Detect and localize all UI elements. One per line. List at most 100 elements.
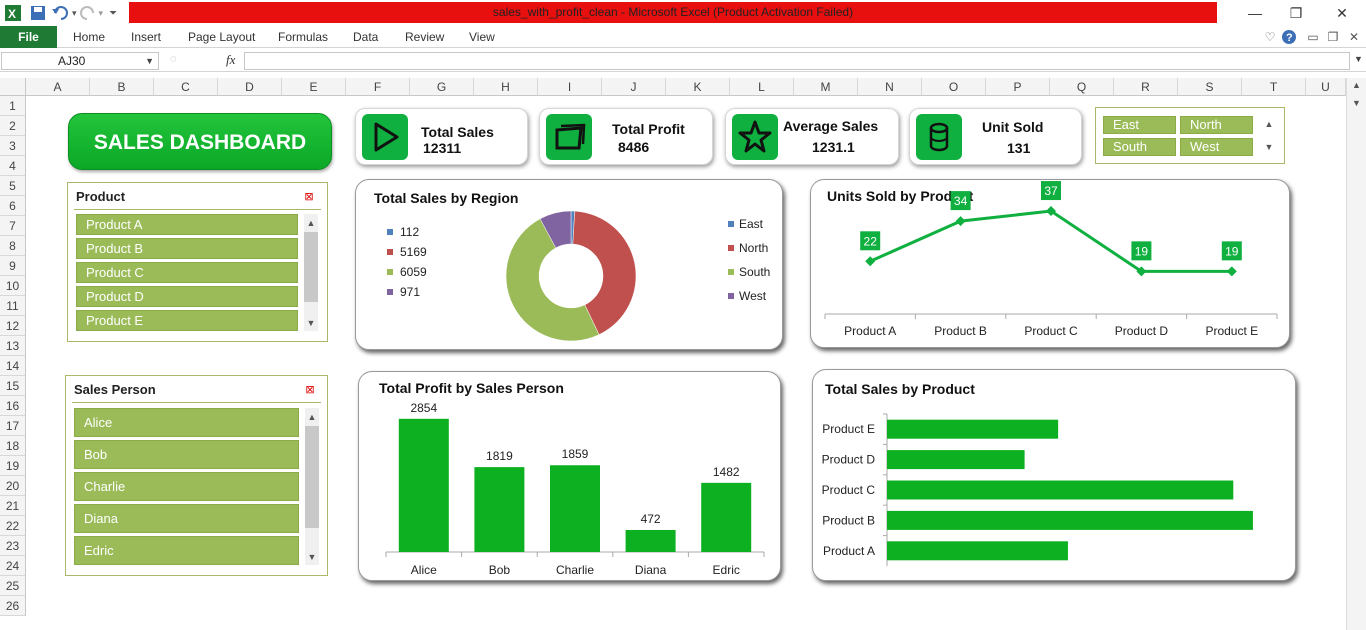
slicer-scrollbar[interactable]: ▲ ▼ [304,214,318,331]
slicer-item-charlie[interactable]: Charlie [74,472,299,501]
row-header[interactable]: 13 [0,336,26,356]
row-header[interactable]: 23 [0,536,26,556]
minimize-icon[interactable]: — [1242,3,1268,23]
tab-file[interactable]: File [0,26,57,48]
chart-units-by-product[interactable]: Units Sold by Product 22 Product A 34 Produ… [810,179,1290,348]
tab-formulas[interactable]: Formulas [278,30,328,44]
slicer-item-product-c[interactable]: Product C [76,262,298,283]
undo-icon[interactable] [50,4,72,22]
chart-sales-by-region[interactable]: Total Sales by Region 112 5169 6059 971 East… [355,179,783,350]
chart-sales-by-product[interactable]: Total Sales by Product Product A Product … [812,369,1296,581]
column-header[interactable]: S [1178,78,1242,96]
slicer-scroll-thumb[interactable] [305,426,319,528]
slicer-item-east[interactable]: East [1103,116,1176,134]
select-all-corner[interactable] [0,78,26,96]
redo-icon[interactable] [77,4,99,22]
formula-bar-handle-icon[interactable]: ◌ [170,53,177,65]
insert-function-icon[interactable]: fx [226,52,235,68]
workbook-close-icon[interactable]: ✕ [1346,29,1362,45]
slicer-item-product-e[interactable]: Product E [76,310,298,331]
slicer-scroll-thumb[interactable] [304,232,318,302]
row-header[interactable]: 21 [0,496,26,516]
column-header[interactable]: F [346,78,410,96]
slicer-item-product-b[interactable]: Product B [76,238,298,259]
customize-toolbar-icon[interactable]: ⏷ [109,8,117,19]
workbook-minimize-icon[interactable]: ▭ [1305,29,1321,45]
row-header[interactable]: 2 [0,116,26,136]
column-header[interactable]: G [410,78,474,96]
kpi-average-sales[interactable]: Average Sales 1231.1 [725,108,899,165]
vertical-scrollbar[interactable]: ▲ ▼ [1346,78,1366,630]
scroll-up-icon[interactable]: ▲ [304,217,318,229]
scroll-down-icon[interactable]: ▼ [1352,98,1361,108]
row-header[interactable]: 3 [0,136,26,156]
column-header[interactable]: H [474,78,538,96]
clear-filter-icon[interactable]: ⊠ [302,190,316,204]
tab-view[interactable]: View [469,30,495,44]
row-header[interactable]: 16 [0,396,26,416]
tab-page-layout[interactable]: Page Layout [188,30,255,44]
column-header[interactable]: K [666,78,730,96]
name-box-dropdown-icon[interactable]: ▼ [145,53,154,69]
row-header[interactable]: 25 [0,576,26,596]
slicer-item-product-d[interactable]: Product D [76,286,298,307]
scroll-down-icon[interactable]: ▼ [304,317,318,329]
formula-input[interactable] [244,52,1350,70]
workbook-restore-icon[interactable]: ❐ [1325,29,1341,45]
row-header[interactable]: 15 [0,376,26,396]
kpi-unit-sold[interactable]: Unit Sold 131 [909,108,1082,165]
column-header[interactable]: A [26,78,90,96]
name-box[interactable]: AJ30 ▼ [1,52,159,70]
row-header[interactable]: 7 [0,216,26,236]
tab-home[interactable]: Home [73,30,105,44]
column-header[interactable]: J [602,78,666,96]
row-header[interactable]: 5 [0,176,26,196]
scroll-up-icon[interactable]: ▲ [305,411,319,423]
row-header[interactable]: 9 [0,256,26,276]
slicer-item-product-a[interactable]: Product A [76,214,298,235]
scroll-up-icon[interactable]: ▲ [1262,118,1276,130]
row-header[interactable]: 6 [0,196,26,216]
slicer-item-edric[interactable]: Edric [74,536,299,565]
column-header[interactable]: R [1114,78,1178,96]
column-header[interactable]: T [1242,78,1306,96]
expand-formula-bar-icon[interactable]: ▼ [1354,54,1363,64]
tab-review[interactable]: Review [405,30,444,44]
row-header[interactable]: 20 [0,476,26,496]
tab-data[interactable]: Data [353,30,378,44]
redo-dropdown-icon[interactable]: ▾ [99,8,104,19]
column-header[interactable]: Q [1050,78,1114,96]
column-header[interactable]: M [794,78,858,96]
scroll-up-icon[interactable]: ▲ [1352,80,1361,90]
row-header[interactable]: 17 [0,416,26,436]
column-header[interactable]: U [1306,78,1346,96]
column-header[interactable]: B [90,78,154,96]
close-icon[interactable]: ✕ [1329,3,1355,23]
row-header[interactable]: 8 [0,236,26,256]
slicer-item-bob[interactable]: Bob [74,440,299,469]
column-header[interactable]: N [858,78,922,96]
scroll-down-icon[interactable]: ▼ [305,551,319,563]
row-header[interactable]: 14 [0,356,26,376]
row-header[interactable]: 1 [0,96,26,116]
slicer-item-north[interactable]: North [1180,116,1253,134]
clear-filter-icon[interactable]: ⊠ [303,383,317,397]
column-header[interactable]: E [282,78,346,96]
column-header[interactable]: L [730,78,794,96]
row-header[interactable]: 4 [0,156,26,176]
tab-insert[interactable]: Insert [131,30,161,44]
chart-profit-by-person[interactable]: Total Profit by Sales Person 2854 Alice 18… [358,371,781,581]
row-header[interactable]: 19 [0,456,26,476]
column-header[interactable]: P [986,78,1050,96]
slicer-item-alice[interactable]: Alice [74,408,299,437]
column-header[interactable]: D [218,78,282,96]
row-header[interactable]: 26 [0,596,26,616]
slicer-item-south[interactable]: South [1103,138,1176,156]
column-header[interactable]: O [922,78,986,96]
kpi-total-sales[interactable]: Total Sales 12311 [355,108,528,165]
slicer-scrollbar[interactable]: ▲ ▼ [305,408,319,565]
kpi-total-profit[interactable]: Total Profit 8486 [539,108,713,165]
collapse-ribbon-icon[interactable]: ♡ [1262,29,1278,45]
column-header[interactable]: I [538,78,602,96]
row-header[interactable]: 24 [0,556,26,576]
